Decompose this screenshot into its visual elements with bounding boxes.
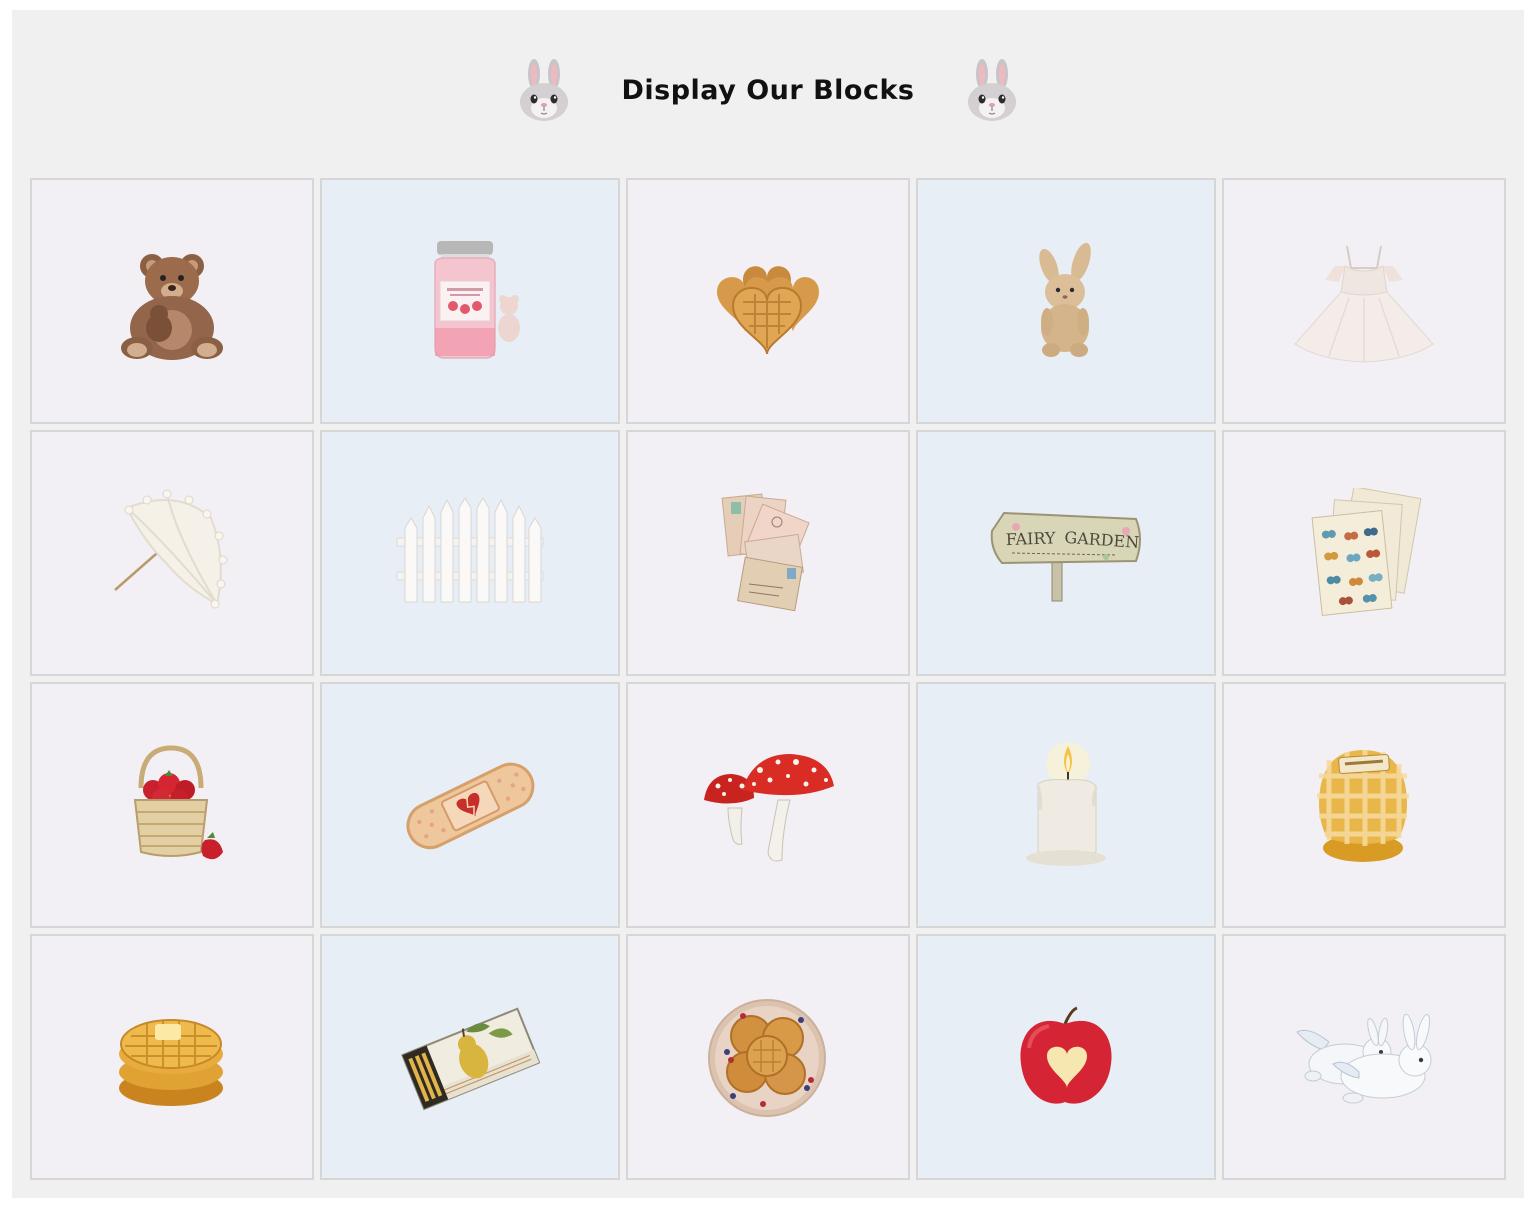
flying-bunnies-icon	[1296, 1013, 1432, 1104]
block-item[interactable]	[320, 934, 620, 1180]
lace-parasol-icon	[114, 489, 228, 609]
honey-jar-icon	[1317, 750, 1409, 862]
strawberry-basket-icon	[133, 745, 223, 860]
block-item[interactable]	[30, 934, 314, 1180]
lit-candle-icon	[1026, 742, 1106, 866]
bunny-face-icon	[520, 59, 569, 121]
block-item[interactable]	[320, 430, 620, 676]
block-item[interactable]	[30, 430, 314, 676]
block-item[interactable]: FAIRY GARDEN	[916, 430, 1216, 676]
plush-bunny-icon	[1039, 242, 1091, 357]
block-item[interactable]	[916, 682, 1216, 928]
heart-apple-icon	[1020, 1006, 1112, 1104]
block-item[interactable]	[1222, 934, 1506, 1180]
strawberry-candle-jar-icon	[434, 241, 520, 359]
heart-bandage-icon	[406, 762, 535, 850]
white-picket-fence-icon	[396, 498, 544, 603]
block-item[interactable]	[320, 682, 620, 928]
block-item[interactable]	[626, 430, 910, 676]
teddy-bear-icon	[121, 254, 223, 360]
fairy-garden-sign-icon: FAIRY GARDEN	[990, 511, 1141, 602]
block-item[interactable]	[916, 934, 1216, 1180]
heart-waffles-icon	[717, 266, 819, 355]
block-item[interactable]	[626, 682, 910, 928]
waffle-stack-icon	[119, 1019, 223, 1106]
bunny-face-icon	[967, 59, 1016, 121]
pear-matchbox-icon	[401, 1007, 540, 1111]
block-item[interactable]	[626, 178, 910, 424]
block-item[interactable]	[30, 178, 314, 424]
white-dress-icon	[1294, 245, 1434, 363]
block-item[interactable]	[626, 934, 910, 1180]
svg-text:FAIRY: FAIRY	[1006, 528, 1057, 549]
page-title: Display Our Blocks	[621, 74, 915, 106]
block-item[interactable]	[916, 178, 1216, 424]
red-mushrooms-icon	[704, 754, 834, 862]
vintage-postcards-icon	[721, 493, 810, 612]
block-item[interactable]	[1222, 682, 1506, 928]
waffle-plate-icon	[708, 999, 826, 1117]
block-item[interactable]	[30, 682, 314, 928]
butterfly-sticker-sheets-icon	[1311, 488, 1422, 616]
block-item[interactable]	[1222, 430, 1506, 676]
block-item[interactable]	[1222, 178, 1506, 424]
block-item[interactable]	[320, 178, 620, 424]
page-header: Display Our Blocks	[12, 50, 1524, 130]
